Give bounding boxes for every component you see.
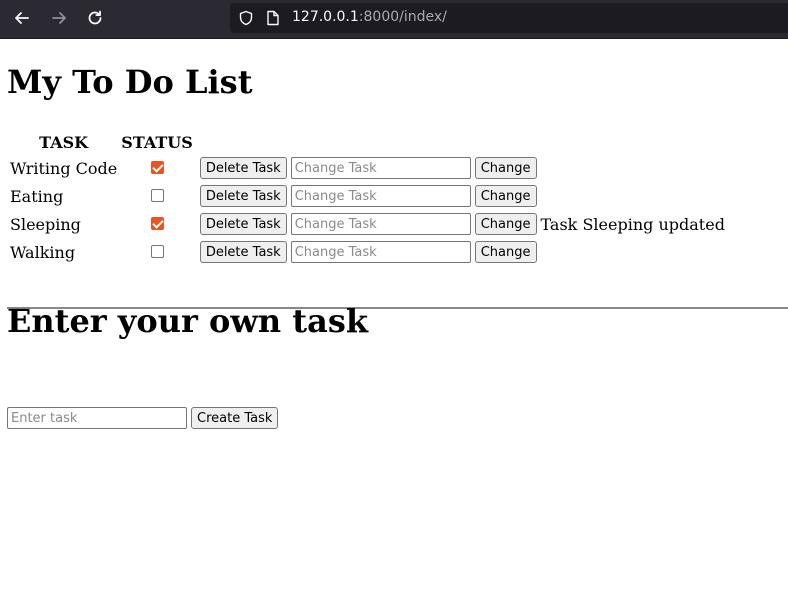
task-update-message — [540, 239, 726, 265]
change-task-input[interactable] — [290, 213, 471, 236]
url-text: 127.0.0.1:8000/index/ — [292, 9, 447, 25]
change-task-input[interactable] — [290, 241, 471, 264]
status-column-header: STATUS — [121, 133, 193, 152]
task-status-checkbox[interactable] — [150, 188, 164, 202]
task-status-cell — [120, 211, 194, 237]
reload-button[interactable] — [83, 6, 107, 30]
create-task-button[interactable]: Create Task — [191, 407, 279, 429]
shield-icon[interactable] — [238, 10, 254, 26]
page-icon — [267, 10, 279, 26]
url-path: :8000/index/ — [358, 9, 447, 25]
forward-button[interactable] — [47, 6, 71, 30]
task-name: Walking — [10, 242, 76, 262]
url-host: 127.0.0.1 — [292, 9, 359, 25]
task-name: Writing Code — [10, 158, 118, 178]
arrow-right-icon — [52, 12, 66, 24]
new-task-input[interactable] — [7, 407, 187, 429]
change-task-button[interactable]: Change — [474, 213, 537, 236]
task-name: Sleeping — [10, 214, 81, 234]
task-row: Writing Code Delete Task Change — [9, 155, 726, 181]
reload-icon — [88, 10, 102, 25]
delete-task-button[interactable]: Delete Task — [199, 241, 287, 264]
back-button[interactable] — [10, 6, 34, 30]
task-status-cell — [120, 239, 194, 265]
task-status-checkbox[interactable] — [150, 160, 164, 174]
change-task-button[interactable]: Change — [474, 157, 537, 180]
delete-task-button[interactable]: Delete Task — [199, 157, 287, 180]
task-row: Eating Delete Task Change — [9, 183, 726, 209]
create-section-title: Enter your own task — [7, 302, 368, 340]
delete-task-button[interactable]: Delete Task — [199, 213, 287, 236]
task-name: Eating — [10, 186, 64, 206]
change-task-button[interactable]: Change — [474, 241, 537, 264]
task-row: Sleeping Delete Task Change Task Sleepin… — [9, 211, 726, 237]
delete-task-button[interactable]: Delete Task — [199, 185, 287, 208]
task-column-header: TASK — [39, 133, 89, 152]
task-status-checkbox[interactable] — [150, 244, 164, 258]
task-update-message — [540, 183, 726, 209]
task-table: TASK STATUS Writing Code Delete Task Cha… — [7, 130, 728, 267]
change-task-input[interactable] — [290, 185, 471, 208]
task-status-checkbox[interactable] — [150, 216, 164, 230]
arrow-left-icon — [15, 12, 29, 24]
change-task-button[interactable]: Change — [474, 185, 537, 208]
browser-toolbar: 127.0.0.1:8000/index/ — [0, 0, 788, 39]
task-update-message — [540, 155, 726, 181]
task-update-message: Task Sleeping updated — [540, 214, 725, 234]
task-row: Walking Delete Task Change — [9, 239, 726, 265]
page-title: My To Do List — [7, 63, 253, 101]
task-status-cell — [120, 183, 194, 209]
task-status-cell — [120, 155, 194, 181]
change-task-input[interactable] — [290, 157, 471, 180]
create-task-form: Create Task — [7, 407, 279, 429]
url-bar[interactable]: 127.0.0.1:8000/index/ — [230, 3, 788, 33]
